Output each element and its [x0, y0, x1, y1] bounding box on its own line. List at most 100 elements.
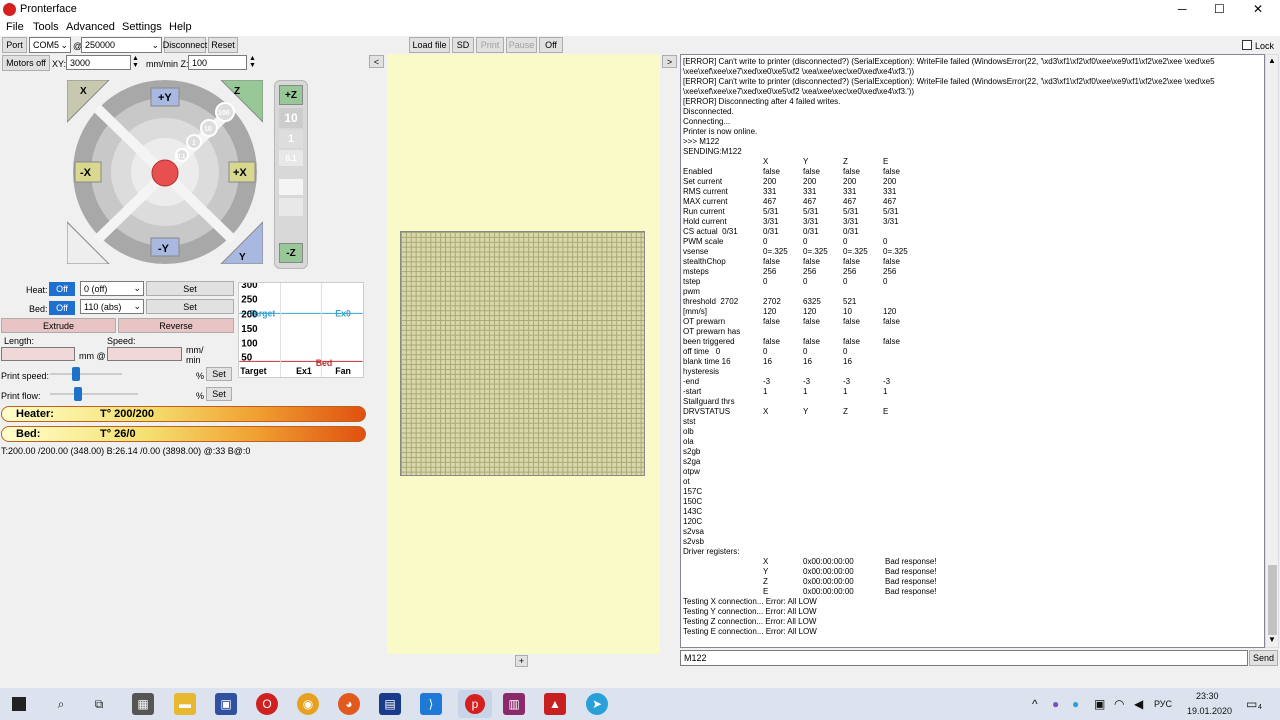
- notifications-icon[interactable]: ▭: [1246, 697, 1257, 711]
- heat-set-button[interactable]: Set: [146, 281, 234, 296]
- clock-time[interactable]: 23:30: [1196, 691, 1219, 701]
- menu-help[interactable]: Help: [169, 21, 192, 33]
- command-input[interactable]: M122: [680, 650, 1248, 666]
- print-flow-slider[interactable]: [74, 387, 82, 401]
- z-step-minus-0.1[interactable]: [279, 179, 303, 195]
- firefox-icon[interactable]: ◕: [338, 693, 360, 715]
- language-indicator[interactable]: РУС: [1154, 699, 1172, 709]
- reset-button[interactable]: Reset: [208, 37, 238, 53]
- close-button[interactable]: ✕: [1253, 2, 1263, 16]
- console-log[interactable]: [ERROR] Can't write to printer (disconne…: [680, 54, 1265, 648]
- spin-icon[interactable]: ▲ ▼: [249, 55, 256, 69]
- pause-button[interactable]: Pause: [506, 37, 537, 53]
- print-flow-track[interactable]: [50, 393, 138, 395]
- heater-gauge-value: T° 200/200: [100, 408, 154, 420]
- console-scrollbar[interactable]: ▲ ▼: [1265, 54, 1279, 648]
- scroll-up-icon[interactable]: ▲: [1268, 56, 1276, 65]
- volume-icon[interactable]: ◀: [1134, 697, 1143, 711]
- clock-date[interactable]: 19.01.2020: [1187, 706, 1232, 716]
- windows-start-icon[interactable]: [12, 697, 26, 711]
- acrobat-icon[interactable]: ▲: [544, 693, 566, 715]
- baud-select[interactable]: 250000 ⌄: [81, 37, 162, 53]
- wifi-icon[interactable]: ◠: [1114, 697, 1124, 711]
- minus-z-button[interactable]: -Z: [279, 243, 303, 263]
- disconnect-button[interactable]: Disconnect: [163, 37, 207, 53]
- scroll-thumb[interactable]: [1268, 565, 1277, 635]
- print-speed-slider[interactable]: [72, 367, 80, 381]
- z-step-minus-1[interactable]: [279, 198, 303, 216]
- menu-advanced[interactable]: Advanced: [66, 21, 115, 33]
- spin-icon[interactable]: ▲ ▼: [132, 55, 139, 69]
- length-input[interactable]: [1, 347, 75, 361]
- console-cell: 0: [843, 237, 848, 246]
- print-speed-set-button[interactable]: Set: [206, 367, 232, 381]
- bed-select[interactable]: 110 (abs) ⌄: [80, 299, 144, 314]
- opera-icon[interactable]: O: [256, 693, 278, 715]
- console-table-row: blank time 16 16 16 16: [683, 357, 1262, 367]
- print-speed-track[interactable]: [50, 373, 122, 375]
- off-button[interactable]: Off: [539, 37, 563, 53]
- console-cell: 10: [843, 307, 852, 316]
- console-cell: been triggered: [683, 337, 735, 346]
- collapse-left-button[interactable]: <: [369, 55, 384, 68]
- calculator-icon[interactable]: ▦: [132, 693, 154, 715]
- minus-y-label: -Y: [158, 243, 170, 255]
- xy-jog-pad[interactable]: X Z +Y -Y -X +X Y 100 10 1 0.1: [67, 80, 263, 264]
- heat-select[interactable]: 0 (off) ⌄: [80, 281, 144, 296]
- z-step-1[interactable]: 1: [279, 130, 303, 148]
- menu-tools[interactable]: Tools: [33, 21, 59, 33]
- chrome-icon[interactable]: ◉: [297, 693, 319, 715]
- sd-button[interactable]: SD: [452, 37, 474, 53]
- tray-chevron-icon[interactable]: ^: [1032, 697, 1038, 711]
- telegram-icon[interactable]: ➤: [586, 693, 608, 715]
- maximize-button[interactable]: ☐: [1214, 2, 1225, 16]
- plus-z-button[interactable]: +Z: [279, 85, 303, 105]
- save-app-icon[interactable]: ▣: [215, 693, 237, 715]
- port-button[interactable]: Port: [2, 37, 27, 53]
- console-cell: 120: [883, 307, 897, 316]
- menu-file[interactable]: File: [6, 21, 24, 33]
- console-cell: X: [763, 407, 769, 416]
- pronterface-taskbar-icon[interactable]: p: [458, 690, 492, 718]
- print-flow-set-button[interactable]: Set: [206, 387, 232, 401]
- scroll-down-icon[interactable]: ▼: [1268, 635, 1276, 644]
- shield-icon[interactable]: ▣: [1094, 697, 1105, 711]
- home-y-label: Y: [239, 252, 246, 263]
- jog-center-icon[interactable]: [151, 159, 179, 187]
- heat-off-button[interactable]: Off: [49, 282, 75, 296]
- search-icon[interactable]: ⌕: [50, 693, 72, 715]
- send-button[interactable]: Send: [1249, 650, 1278, 666]
- file-explorer-icon[interactable]: ▬: [174, 693, 196, 715]
- menu-settings[interactable]: Settings: [122, 21, 162, 33]
- bed-off-button[interactable]: Off: [49, 301, 75, 315]
- motors-off-button[interactable]: Motors off: [2, 55, 50, 71]
- z-feedrate-input[interactable]: 100: [188, 55, 247, 70]
- print-button[interactable]: Print: [476, 37, 504, 53]
- console-table-row: DRVSTATUS X Y Z E: [683, 407, 1262, 417]
- z-jog-strip[interactable]: +Z 10 1 0.1 -Z: [274, 80, 308, 269]
- print-bed-grid[interactable]: [400, 231, 645, 476]
- reverse-button[interactable]: Reverse: [118, 318, 234, 333]
- console-cell: 467: [763, 197, 777, 206]
- collapse-right-button[interactable]: >: [662, 55, 677, 68]
- telegram-tray-icon[interactable]: ●: [1072, 697, 1079, 711]
- z-step-10[interactable]: 10: [279, 108, 303, 128]
- extrude-button[interactable]: Extrude: [1, 318, 116, 333]
- speed-input[interactable]: [107, 347, 182, 361]
- lock-checkbox[interactable]: [1242, 40, 1252, 50]
- winrar-icon[interactable]: ▥: [503, 693, 525, 715]
- xy-feedrate-input[interactable]: 3000: [66, 55, 131, 70]
- arduino-app-icon[interactable]: ▤: [379, 693, 401, 715]
- bed-set-button[interactable]: Set: [146, 299, 234, 314]
- viewer-expand-button[interactable]: +: [515, 655, 528, 667]
- console-cell: false: [803, 257, 820, 266]
- minimize-button[interactable]: ─: [1178, 2, 1187, 16]
- vscode-icon[interactable]: ⟩: [420, 693, 442, 715]
- console-cell: vsense: [683, 247, 709, 256]
- viber-icon[interactable]: ●: [1052, 697, 1059, 711]
- console-cell: msteps: [683, 267, 709, 276]
- task-view-icon[interactable]: ⧉: [88, 693, 110, 715]
- z-step-0.1[interactable]: 0.1: [279, 150, 303, 166]
- port-select[interactable]: COM5 ⌄: [29, 37, 71, 53]
- load-file-button[interactable]: Load file: [409, 37, 450, 53]
